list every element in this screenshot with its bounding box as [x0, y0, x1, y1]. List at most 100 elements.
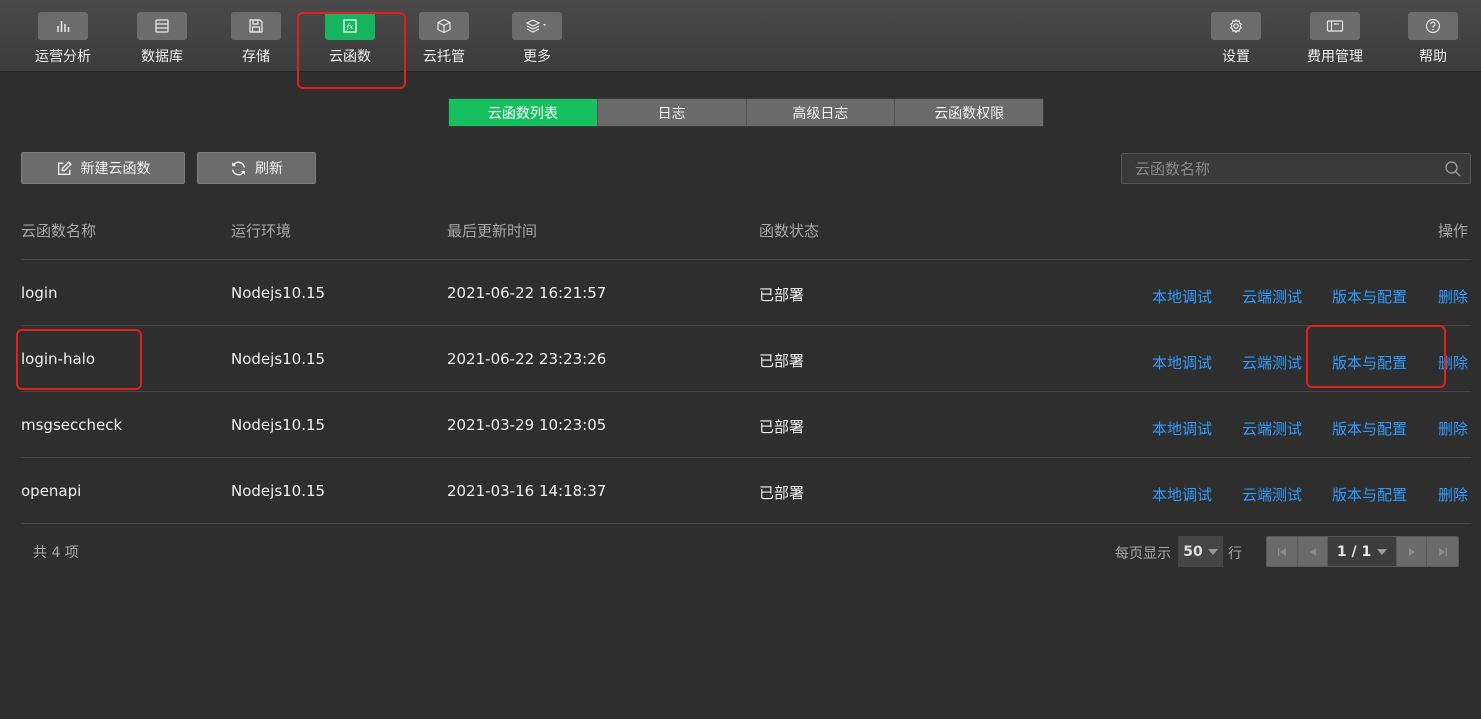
column-header-updated: 最后更新时间 — [447, 222, 538, 240]
cloud-test-link[interactable]: 云端测试 — [1242, 352, 1302, 373]
delete-link[interactable]: 删除 — [1438, 484, 1468, 505]
first-page-icon — [1277, 547, 1287, 557]
local-debug-link[interactable]: 本地调试 — [1152, 286, 1212, 307]
function-updated: 2021-06-22 16:21:57 — [447, 284, 607, 302]
table-row: openapi Nodejs10.15 2021-03-16 14:18:37 … — [0, 458, 1481, 524]
delete-link[interactable]: 删除 — [1438, 418, 1468, 439]
tab-function-permissions[interactable]: 云函数权限 — [895, 99, 1043, 126]
function-status: 已部署 — [759, 286, 805, 304]
page-indicator[interactable]: 1 / 1 — [1328, 537, 1397, 566]
database-icon — [137, 12, 187, 40]
function-name[interactable]: msgseccheck — [21, 416, 122, 434]
function-runtime: Nodejs10.15 — [231, 416, 326, 434]
function-runtime: Nodejs10.15 — [231, 350, 326, 368]
toolbar-label: 存储 — [242, 49, 270, 65]
chevron-down-icon — [1377, 548, 1388, 555]
toolbar-item-storage[interactable]: 存储 — [216, 12, 296, 68]
divider — [21, 523, 1471, 524]
toolbar-label: 运营分析 — [35, 49, 91, 65]
table-row: login Nodejs10.15 2021-06-22 16:21:57 已部… — [0, 260, 1481, 326]
version-config-link[interactable]: 版本与配置 — [1332, 418, 1407, 439]
toolbar-item-database[interactable]: 数据库 — [122, 12, 202, 68]
column-header-runtime: 运行环境 — [231, 222, 292, 240]
billing-icon — [1310, 12, 1360, 40]
layers-icon — [512, 12, 562, 40]
total-count: 共 4 项 — [33, 545, 79, 561]
toolbar-item-analytics[interactable]: 运营分析 — [23, 12, 103, 68]
new-function-label: 新建云函数 — [80, 161, 151, 177]
function-search — [1121, 153, 1471, 184]
toolbar-item-cloud-hosting[interactable]: 云托管 — [404, 12, 484, 68]
last-page-button[interactable] — [1427, 537, 1458, 566]
floppy-disk-icon — [231, 12, 281, 40]
next-page-icon — [1407, 547, 1417, 557]
top-toolbar: 运营分析 数据库 存储 fx 云函数 云托管 更多 设置 费用管理 帮助 — [0, 0, 1481, 72]
version-config-link[interactable]: 版本与配置 — [1332, 484, 1407, 505]
help-icon — [1408, 12, 1458, 40]
cloud-test-link[interactable]: 云端测试 — [1242, 484, 1302, 505]
function-updated: 2021-03-29 10:23:05 — [447, 416, 607, 434]
local-debug-link[interactable]: 本地调试 — [1152, 418, 1212, 439]
page-size-label: 每页显示 — [1115, 546, 1171, 562]
search-input[interactable] — [1122, 154, 1470, 183]
svg-text:fx: fx — [346, 23, 354, 31]
page-size-value: 50 — [1183, 543, 1203, 560]
function-status: 已部署 — [759, 418, 805, 436]
tab-function-list[interactable]: 云函数列表 — [449, 99, 598, 126]
page-size-unit: 行 — [1228, 546, 1242, 562]
page-size-select[interactable]: 50 — [1178, 536, 1223, 567]
function-tabs: 云函数列表 日志 高级日志 云函数权限 — [448, 98, 1044, 127]
cube-icon — [419, 12, 469, 40]
toolbar-item-cloud-function[interactable]: fx 云函数 — [310, 12, 390, 68]
tab-advanced-logs[interactable]: 高级日志 — [746, 99, 896, 126]
toolbar-item-help[interactable]: 帮助 — [1393, 12, 1473, 68]
refresh-icon — [230, 160, 247, 177]
page-indicator-text: 1 / 1 — [1336, 543, 1372, 560]
gear-icon — [1211, 12, 1261, 40]
delete-link[interactable]: 删除 — [1438, 286, 1468, 307]
toolbar-label: 云函数 — [329, 49, 371, 65]
toolbar-item-more[interactable]: 更多 — [497, 12, 577, 68]
first-page-button[interactable] — [1267, 537, 1298, 566]
function-updated: 2021-03-16 14:18:37 — [447, 482, 607, 500]
function-runtime: Nodejs10.15 — [231, 284, 326, 302]
table-row: login-halo Nodejs10.15 2021-06-22 23:23:… — [0, 326, 1481, 392]
toolbar-label: 设置 — [1222, 49, 1250, 65]
cloud-test-link[interactable]: 云端测试 — [1242, 286, 1302, 307]
local-debug-link[interactable]: 本地调试 — [1152, 352, 1212, 373]
prev-page-button[interactable] — [1297, 537, 1329, 566]
toolbar-label: 数据库 — [141, 49, 183, 65]
function-fx-icon: fx — [325, 12, 375, 40]
toolbar-label: 更多 — [523, 49, 551, 65]
search-icon[interactable] — [1444, 160, 1462, 178]
function-name[interactable]: login-halo — [21, 350, 95, 368]
edit-icon — [56, 160, 73, 177]
local-debug-link[interactable]: 本地调试 — [1152, 484, 1212, 505]
pagination: 1 / 1 — [1266, 536, 1459, 567]
bar-chart-icon — [38, 12, 88, 40]
column-header-status: 函数状态 — [759, 222, 820, 240]
version-config-link[interactable]: 版本与配置 — [1332, 352, 1407, 373]
function-status: 已部署 — [759, 484, 805, 502]
function-runtime: Nodejs10.15 — [231, 482, 326, 500]
function-name[interactable]: login — [21, 284, 58, 302]
column-header-name: 云函数名称 — [21, 222, 97, 240]
toolbar-label: 云托管 — [423, 49, 465, 65]
function-status: 已部署 — [759, 352, 805, 370]
version-config-link[interactable]: 版本与配置 — [1332, 286, 1407, 307]
delete-link[interactable]: 删除 — [1438, 352, 1468, 373]
refresh-label: 刷新 — [255, 161, 283, 177]
prev-page-icon — [1308, 547, 1318, 557]
new-function-button[interactable]: 新建云函数 — [21, 152, 185, 184]
next-page-button[interactable] — [1396, 537, 1428, 566]
function-updated: 2021-06-22 23:23:26 — [447, 350, 607, 368]
refresh-button[interactable]: 刷新 — [197, 152, 316, 184]
chevron-down-icon — [1207, 548, 1218, 555]
column-header-actions: 操作 — [1438, 222, 1469, 240]
toolbar-item-settings[interactable]: 设置 — [1196, 12, 1276, 68]
tab-logs[interactable]: 日志 — [597, 99, 747, 126]
toolbar-item-billing[interactable]: 费用管理 — [1295, 12, 1375, 68]
cloud-test-link[interactable]: 云端测试 — [1242, 418, 1302, 439]
toolbar-label: 帮助 — [1419, 49, 1447, 65]
function-name[interactable]: openapi — [21, 482, 81, 500]
